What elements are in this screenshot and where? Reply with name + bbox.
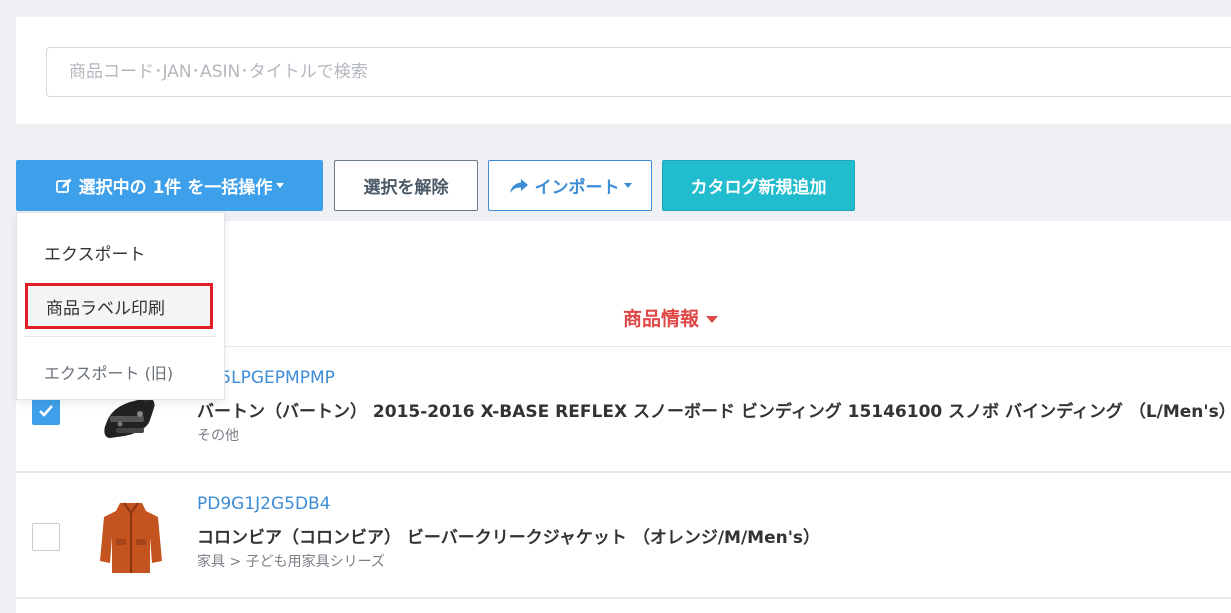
menu-item-export-legacy[interactable]: エクスポート (旧) [44, 360, 251, 384]
search-panel [16, 17, 1231, 124]
share-arrow-icon [509, 178, 529, 194]
product-category: その他 [197, 428, 239, 444]
row-checkbox[interactable] [32, 523, 60, 551]
add-catalog-button[interactable]: カタログ新規追加 [662, 160, 855, 211]
chevron-down-icon [276, 183, 285, 188]
add-catalog-label: カタログ新規追加 [690, 178, 827, 198]
menu-item-export[interactable]: エクスポート [44, 240, 251, 265]
menu-divider [25, 336, 215, 337]
bulk-action-button[interactable]: 選択中の 1件 を一括操作 [16, 160, 323, 211]
table-row [16, 599, 1231, 613]
clear-selection-label: 選択を解除 [363, 178, 449, 198]
product-title: コロンビア（コロンビア） ビーバークリークジャケット （オレンジ/M/Men's… [197, 528, 821, 548]
chevron-down-icon [623, 183, 632, 188]
product-image-orange-jacket[interactable] [96, 497, 166, 577]
table-row[interactable]: PD9G1J2G5DB4 コロンビア（コロンビア） ビーバークリークジャケット … [16, 473, 1231, 599]
edit-icon [55, 177, 73, 195]
search-input[interactable] [46, 47, 1231, 97]
bulk-action-dropdown-menu: エクスポート 商品ラベル印刷 エクスポート (旧) [16, 212, 225, 400]
bulk-action-label: 選択中の 1件 を一括操作 [78, 178, 273, 198]
menu-item-print-product-label[interactable]: 商品ラベル印刷 [25, 283, 213, 329]
import-button[interactable]: インポート [488, 160, 652, 211]
checkmark-icon [39, 405, 53, 417]
product-code-link[interactable]: PD9G1J2G5DB4 [197, 494, 331, 514]
import-label: インポート [534, 178, 620, 198]
product-category: 家具 > 子ども用家具シリーズ [197, 554, 385, 570]
sort-desc-icon [706, 316, 719, 323]
row-checkbox[interactable] [32, 397, 60, 425]
clear-selection-button[interactable]: 選択を解除 [334, 160, 478, 211]
column-header-product-info[interactable]: 商品情報 [623, 304, 719, 331]
product-title: バートン（バートン） 2015-2016 X-BASE REFLEX スノーボー… [197, 402, 1231, 422]
